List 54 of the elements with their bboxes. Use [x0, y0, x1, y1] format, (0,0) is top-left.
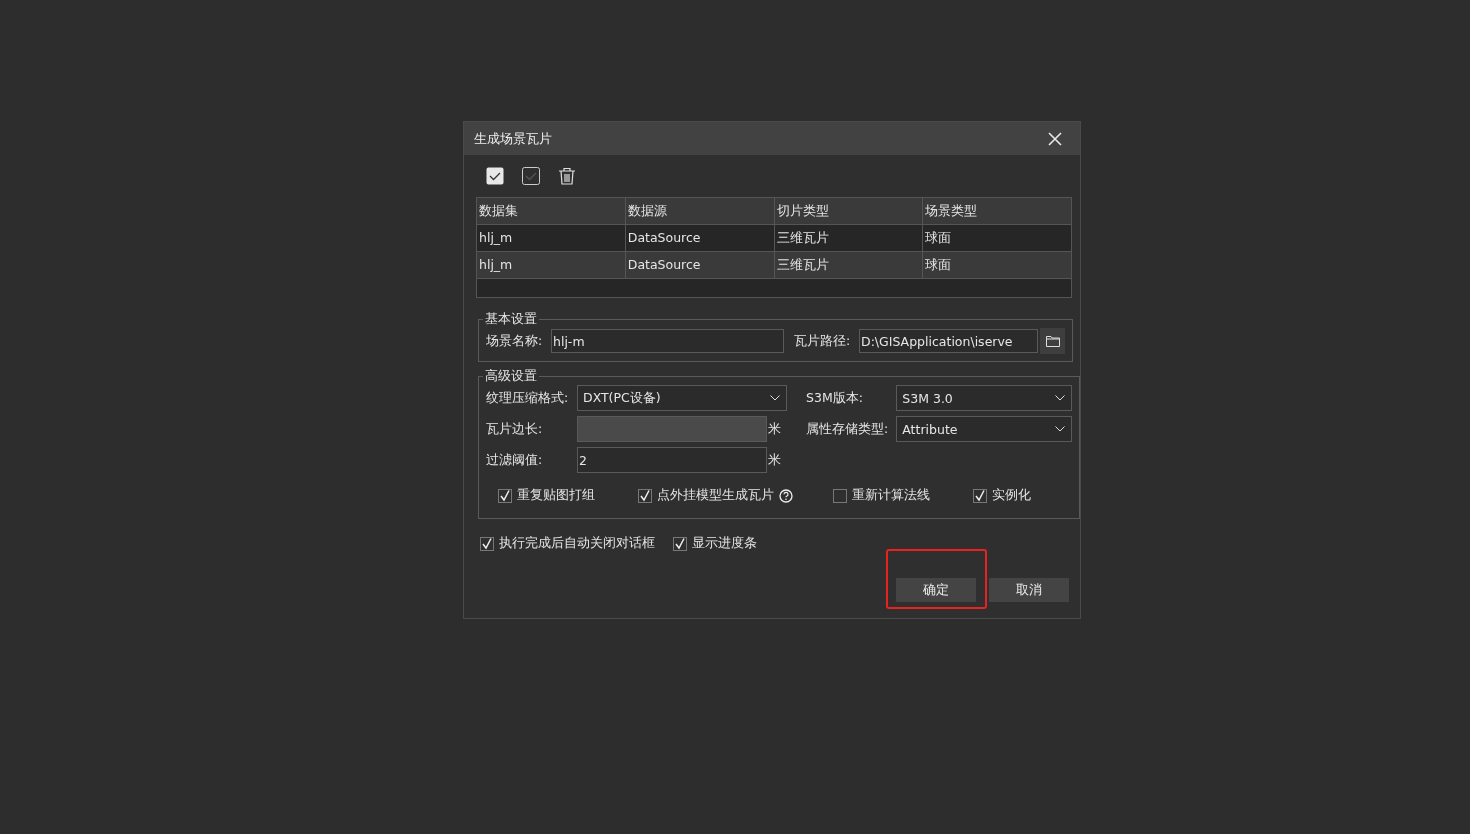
table-cell: 三维瓦片 [774, 225, 924, 251]
table-cell: 三维瓦片 [774, 252, 924, 278]
group-title: 基本设置 [484, 310, 538, 328]
checkbox-label: 重复贴图打组 [517, 487, 595, 504]
checkbox[interactable] [833, 488, 847, 503]
table-cell: hlj_m [477, 225, 626, 251]
checkbox[interactable] [480, 536, 494, 551]
field-label: 瓦片边长: [486, 420, 544, 438]
browse-button[interactable] [1040, 328, 1065, 354]
chevron-down-icon [770, 395, 780, 401]
checkbox[interactable] [638, 488, 652, 503]
unselect-all-icon[interactable] [522, 167, 540, 185]
table-cell: hlj_m [477, 252, 626, 278]
table-cell-text: 球面 [924, 256, 953, 274]
checkbox[interactable] [673, 536, 687, 551]
field-label: 瓦片路径: [794, 332, 852, 350]
input-field[interactable]: 2 [577, 447, 767, 473]
tile-path-field[interactable]: D:\GISApplication\iserve [859, 329, 1038, 353]
help-icon[interactable] [779, 488, 793, 503]
column-header: 切片类型 [774, 198, 924, 224]
column-header: 数据源 [625, 198, 775, 224]
dropdown[interactable]: Attribute [896, 416, 1072, 442]
select-all-icon[interactable] [486, 167, 504, 185]
window-title: 生成场景瓦片 [474, 129, 552, 148]
checkbox-label: 点外挂模型生成瓦片 [657, 487, 774, 504]
close-icon[interactable] [1048, 131, 1062, 146]
checkbox-label: 显示进度条 [692, 535, 757, 552]
field-label: S3M版本: [806, 389, 864, 407]
dropdown[interactable]: DXT(PC设备) [577, 385, 787, 411]
table-cell: DataSource [625, 225, 775, 251]
checkbox-label: 重新计算法线 [852, 487, 930, 504]
scene-name-field[interactable]: hlj-m [551, 329, 784, 353]
field-label: 过滤阈值: [486, 451, 544, 469]
field-label: 属性存储类型: [806, 420, 890, 438]
chevron-down-icon [1055, 395, 1065, 401]
field-label: 纹理压缩格式: [486, 389, 570, 407]
checkbox[interactable] [973, 488, 987, 503]
unit-label: 米 [768, 451, 781, 469]
folder-icon [1045, 335, 1060, 347]
checkbox[interactable] [498, 488, 512, 503]
table-cell: DataSource [625, 252, 775, 278]
chevron-down-icon [1055, 426, 1065, 432]
group-title: 高级设置 [484, 367, 538, 385]
column-header: 数据集 [477, 198, 626, 224]
dialog-button[interactable]: 确定 [896, 578, 976, 602]
column-header: 场景类型 [924, 202, 979, 220]
field-label: 场景名称: [486, 332, 544, 350]
delete-icon[interactable] [558, 167, 576, 185]
unit-label: 米 [768, 420, 781, 438]
table-cell-text: 球面 [924, 229, 953, 247]
dialog-button[interactable]: 取消 [989, 578, 1069, 602]
checkbox-label: 实例化 [992, 487, 1031, 504]
checkbox-label: 执行完成后自动关闭对话框 [499, 535, 655, 552]
dropdown[interactable]: S3M 3.0 [896, 385, 1072, 411]
